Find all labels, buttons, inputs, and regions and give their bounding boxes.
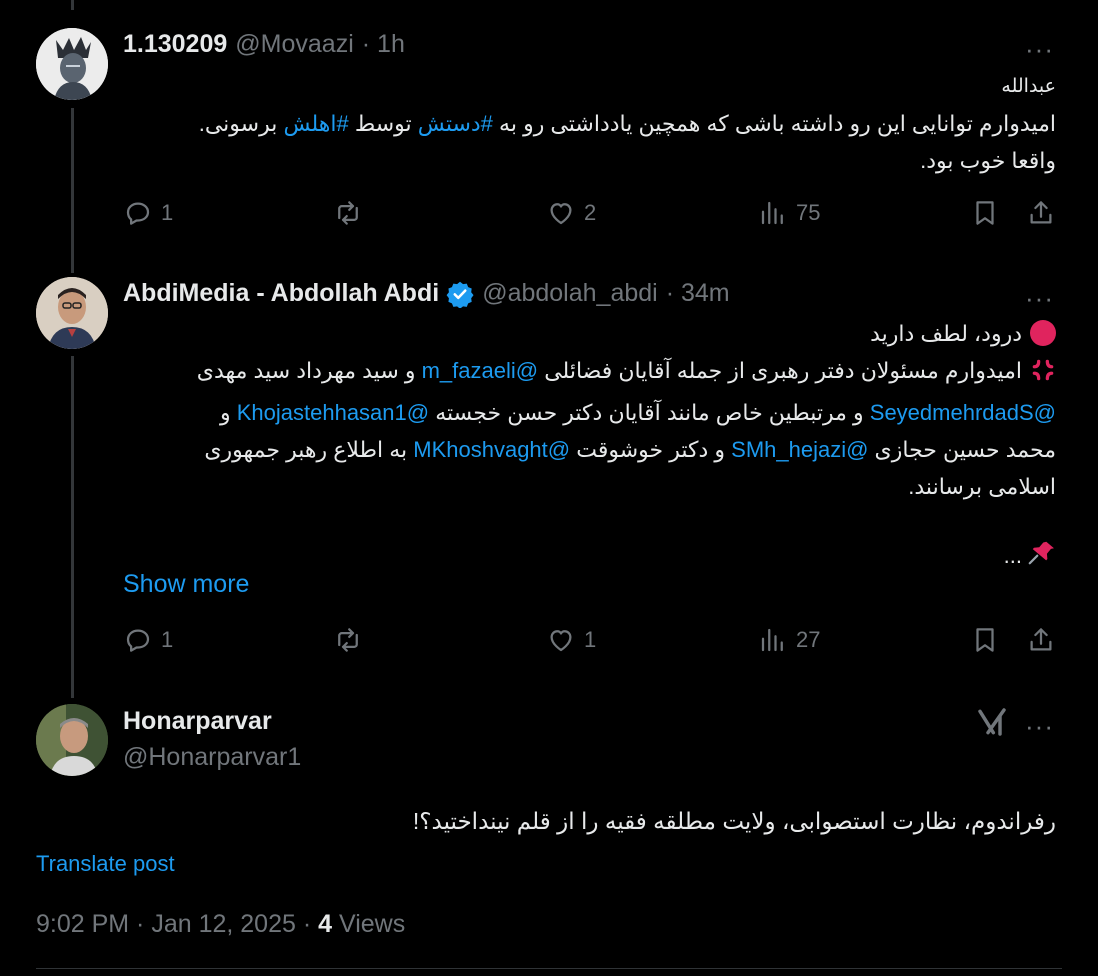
share-icon [1030,628,1052,651]
bookmark-button[interactable] [970,625,1000,655]
tweet-line: رفراندوم، نظارت استصوابی، ولایت مطلقه فق… [412,808,1056,834]
like-icon [550,203,572,225]
action-bar: 1 1 27 [123,625,1058,665]
tweet-text: عبدالله امیدوارم توانایی این رو داشته با… [199,68,1056,179]
reply-count: 1 [161,200,174,225]
share-button[interactable] [1026,625,1056,655]
mention-link[interactable]: @SMh_hejazi [731,437,868,462]
bookmark-icon [976,201,994,225]
tweet-datetime[interactable]: 9:02 PM · Jan 12, 2025 · [36,910,311,938]
reply-icon [126,202,150,225]
tweet-line: عبدالله [1001,76,1056,97]
more-icon[interactable]: ··· [1025,36,1054,62]
avatar[interactable] [36,277,108,349]
avatar-image [36,28,108,100]
anger-icon [1030,357,1056,394]
pushpin-icon [1026,537,1056,578]
retweet-button[interactable] [333,625,371,655]
mention-link[interactable]: @MKhoshvaght [413,437,570,462]
like-count: 2 [584,200,597,225]
views-button[interactable]: 27 [758,625,820,655]
timestamp[interactable]: · 34m [666,279,730,308]
avatar[interactable] [36,28,108,100]
like-icon [550,630,572,652]
author-handle-row: @Honarparvar1 [123,743,301,772]
tweet-line: امیدوارم مسئولان دفتر رهبری از جمله آقای… [197,352,1056,394]
tweet-line: امیدوارم توانایی این رو داشته باشی که هم… [198,111,1056,136]
views-button[interactable]: 75 [758,198,820,228]
views-icon [761,628,783,652]
user-handle[interactable]: @abdolah_abdi [482,279,658,308]
mention-link[interactable]: @m_fazaeli [422,358,539,383]
mention-link[interactable]: @Khojastehhasan1 [237,400,429,425]
tweet-header: 1.130209 @Movaazi · 1h [123,30,405,59]
grok-icon[interactable] [976,706,1008,743]
more-icon[interactable]: ··· [1025,285,1054,311]
tweet-text: درود، لطف دارید امیدوارم مسئولان دفتر ره… [197,315,1056,578]
share-icon [1030,201,1052,224]
thread-line-2 [71,356,74,698]
tweet-line: محمد حسین حجازی @SMh_hejazi و دکتر خوشوق… [204,437,1056,462]
like-button[interactable]: 2 [546,198,596,228]
tweet-line: درود، لطف دارید [197,315,1056,352]
tweet-line: اسلامی برسانند. [908,474,1056,499]
retweet-icon [338,201,358,225]
reply-button[interactable]: 1 [123,198,173,228]
verified-icon [446,280,474,308]
share-button[interactable] [1026,198,1056,228]
tweet-header: AbdiMedia - Abdollah Abdi @abdolah_abdi … [123,279,730,308]
red-circle-icon [1030,320,1056,346]
action-bar: 1 2 75 [123,198,1058,238]
bookmark-button[interactable] [970,198,1000,228]
thread-line-top [71,0,74,10]
user-handle[interactable]: @Movaazi [235,30,353,59]
more-icon[interactable]: ··· [1025,713,1054,739]
tweet-line: ... [197,537,1056,578]
like-button[interactable]: 1 [546,625,596,655]
views-icon [761,201,783,225]
avatar-image [36,704,108,776]
like-count: 1 [584,627,597,652]
tweet-line: @SeyedmehrdadS و مرتبطین خاص مانند آقایا… [219,400,1056,425]
reply-icon [126,629,150,652]
retweet-button[interactable] [333,198,371,228]
tweet-line: واقعا خوب بود. [920,148,1056,173]
views-count: 27 [796,627,821,652]
mention-link[interactable]: @SeyedmehrdadS [870,400,1056,425]
views-count: 4 [318,910,333,938]
reply-button[interactable]: 1 [123,625,173,655]
timestamp[interactable]: · 1h [362,30,405,59]
display-name[interactable]: AbdiMedia - Abdollah Abdi [123,279,439,308]
reply-count: 1 [161,627,174,652]
user-handle[interactable]: @Honarparvar1 [123,743,301,772]
avatar-image [36,277,108,349]
display-name[interactable]: 1.130209 [123,30,227,59]
views-label: Views [338,910,406,938]
divider [36,968,1062,969]
translate-post-link[interactable]: Translate post [36,851,175,877]
author-name-row: Honarparvar [123,707,272,736]
hashtag-link[interactable]: #اهلش [283,111,348,136]
main-tweet-text: رفراندوم، نظارت استصوابی، ولایت مطلقه فق… [413,803,1056,840]
avatar[interactable] [36,704,108,776]
display-name[interactable]: Honarparvar [123,707,272,736]
tweet-meta: 9:02 PM · Jan 12, 2025 · 4 Views [36,910,405,939]
show-more-link[interactable]: Show more [123,570,249,599]
bookmark-icon [976,628,994,652]
retweet-icon [338,628,358,652]
views-count: 75 [796,200,821,225]
hashtag-link[interactable]: #دستش [418,111,493,136]
thread-line-1 [71,108,74,273]
